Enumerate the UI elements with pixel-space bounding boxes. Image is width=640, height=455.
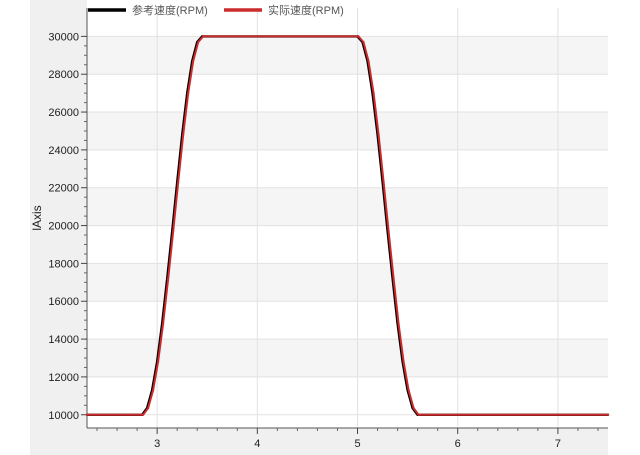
series-2-point [147, 407, 150, 410]
grid-band [87, 112, 608, 150]
series-2-point [362, 40, 365, 44]
y-tick-label: 24000 [48, 145, 79, 157]
series-2-point [167, 277, 170, 280]
grid-band [87, 187, 608, 226]
series-2-point [172, 230, 175, 233]
grid-band [87, 36, 608, 75]
y-tick-label: 28000 [48, 69, 79, 81]
y-tick-label: 14000 [48, 334, 79, 346]
grid-band [87, 339, 608, 377]
line-chart: 10000 12000 14000 16000 18000 20000 22000 24000… [0, 0, 640, 455]
x-axis-panel [30, 428, 608, 455]
y-tick-label: 10000 [48, 410, 79, 422]
series-2-point [357, 35, 360, 38]
series-2-point [367, 59, 370, 63]
x-tick-label: 3 [154, 438, 160, 450]
series-2-point [392, 277, 395, 280]
series-2-point [382, 180, 385, 184]
y-tick-label: 26000 [48, 107, 79, 119]
x-tick-label: 4 [254, 438, 260, 450]
series-2-point [606, 413, 610, 416]
series-2-point [197, 40, 200, 44]
x-tick-label: 6 [455, 438, 461, 450]
y-tick-label: 30000 [48, 31, 79, 43]
series-2-point [412, 407, 415, 410]
series-2-point [202, 35, 205, 38]
series-2-point [407, 389, 410, 392]
y-tick-label: 20000 [48, 221, 79, 233]
y-tick-label: 18000 [48, 258, 79, 270]
series-2-point [177, 180, 180, 184]
series-2-point [397, 322, 400, 326]
y-axis-title: lAxis [30, 205, 44, 230]
series-2-point [377, 133, 380, 136]
series-2-point [162, 322, 165, 326]
series-2-point [192, 59, 195, 63]
y-tick-label: 12000 [48, 372, 79, 384]
legend-label-1: 参考速度(RPM) [132, 3, 208, 17]
series-2-point [157, 360, 160, 363]
chart: 10000 12000 14000 16000 18000 20000 22000 24000… [0, 0, 640, 455]
series-2-point [152, 389, 155, 392]
x-tick-label: 5 [354, 438, 360, 450]
series-2-point [142, 413, 145, 416]
series-2-point [187, 92, 190, 95]
series-2-point [85, 413, 89, 416]
series-2-point [417, 413, 420, 416]
series-2-point [372, 92, 375, 95]
y-tick-label: 16000 [48, 296, 79, 308]
x-tick-label: 7 [555, 438, 561, 450]
legend-label-2: 实际速度(RPM) [268, 3, 344, 17]
y-tick-label: 22000 [48, 183, 79, 195]
series-2-point [402, 360, 405, 363]
series-2-point [182, 133, 185, 136]
series-2-point [387, 230, 390, 233]
